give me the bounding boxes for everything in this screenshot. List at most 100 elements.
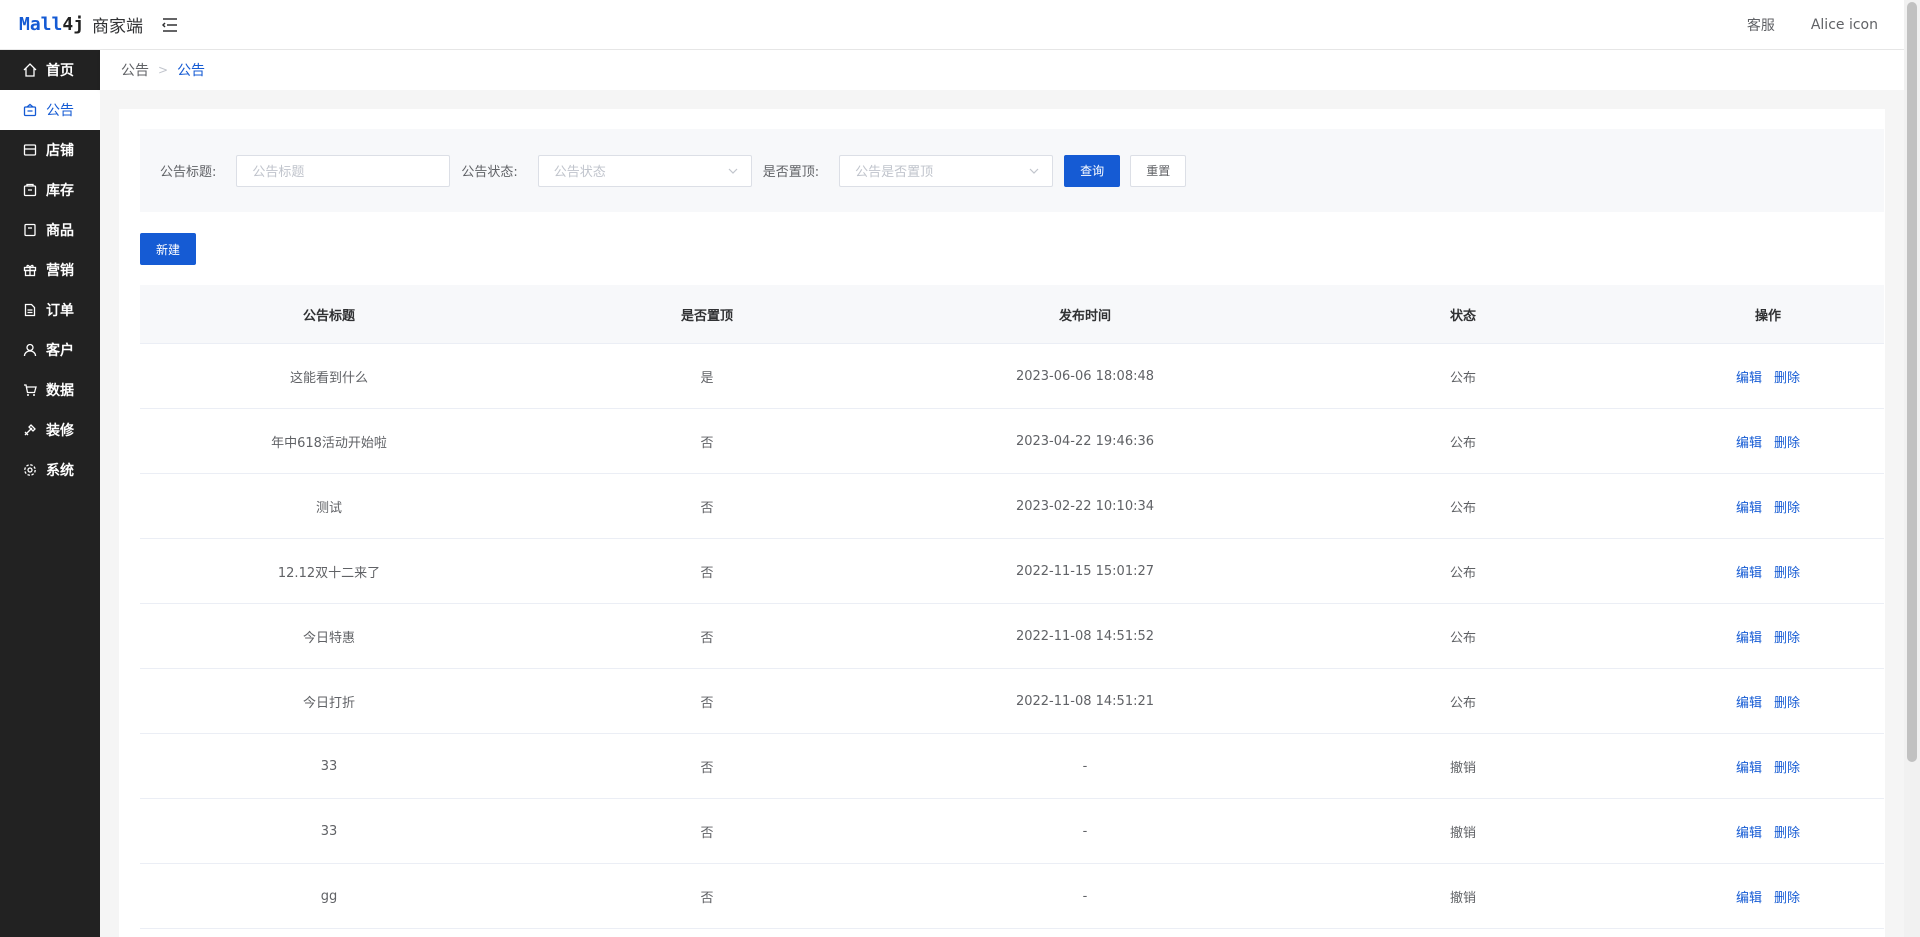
user-menu[interactable]: Alice icon — [1811, 17, 1878, 33]
delete-link[interactable]: 删除 — [1774, 432, 1800, 451]
delete-link[interactable]: 删除 — [1774, 692, 1800, 711]
sidebar-item-label: 公告 — [46, 103, 74, 119]
column-header-time: 发布时间 — [1058, 308, 1111, 324]
sidebar-item-shop[interactable]: 店铺 — [0, 130, 100, 170]
table-row: 33 否 - 撤销 编辑 删除 — [140, 799, 1884, 864]
product-icon — [22, 222, 38, 238]
cell-status: 撤销 — [1449, 825, 1476, 841]
breadcrumb-level2: 公告 — [177, 63, 206, 79]
collapse-menu-icon[interactable] — [160, 15, 180, 35]
sidebar-item-marketing[interactable]: 营销 — [0, 250, 100, 290]
edit-link[interactable]: 编辑 — [1736, 822, 1762, 841]
edit-link[interactable]: 编辑 — [1736, 562, 1762, 581]
sidebar-item-product[interactable]: 商品 — [0, 210, 100, 250]
sidebar-item-label: 店铺 — [46, 143, 74, 159]
cell-time: - — [1082, 888, 1088, 904]
column-header-actions: 操作 — [1754, 308, 1781, 324]
cell-actions: 编辑 删除 — [1652, 692, 1884, 711]
delete-link[interactable]: 删除 — [1774, 887, 1800, 906]
edit-link[interactable]: 编辑 — [1736, 432, 1762, 451]
logo-subtitle: 商家端 — [92, 17, 144, 37]
status-select-placeholder: 公告状态 — [553, 165, 606, 180]
cell-top: 否 — [700, 890, 714, 906]
title-search-input[interactable]: 公告标题 — [236, 154, 451, 187]
cell-time: - — [1082, 823, 1088, 839]
sidebar-item-system[interactable]: 系统 — [0, 450, 100, 490]
cell-status: 公布 — [1449, 435, 1476, 451]
table-row: 年中618活动开始啦 否 2023-04-22 19:46:36 公布 编辑 删除 — [140, 409, 1884, 474]
sidebar-item-customer[interactable]: 客户 — [0, 330, 100, 370]
edit-link[interactable]: 编辑 — [1736, 887, 1762, 906]
cell-actions: 编辑 删除 — [1652, 432, 1884, 451]
cell-top: 否 — [700, 565, 714, 581]
user-icon — [22, 342, 38, 358]
title-search-placeholder: 公告标题 — [252, 165, 305, 180]
sidebar-item-decorate[interactable]: 装修 — [0, 410, 100, 450]
delete-link[interactable]: 删除 — [1774, 367, 1800, 386]
order-icon — [22, 302, 38, 318]
top-header: Mall4j 商家端 客服 Alice icon — [0, 0, 1904, 50]
top-filter-label: 是否置顶: — [762, 165, 820, 180]
sidebar-item-data[interactable]: 数据 — [0, 370, 100, 410]
sidebar-item-notice[interactable]: 公告 — [0, 90, 100, 130]
cell-title: 这能看到什么 — [289, 370, 368, 386]
customer-service-link[interactable]: 客服 — [1747, 15, 1775, 35]
sidebar-item-inventory[interactable]: 库存 — [0, 170, 100, 210]
sidebar-item-label: 系统 — [46, 463, 74, 479]
top-select[interactable]: 公告是否置顶 — [839, 154, 1054, 187]
logo[interactable]: Mall4j 商家端 — [0, 12, 160, 37]
cell-top: 否 — [700, 435, 714, 451]
chevron-down-icon — [1029, 168, 1039, 174]
sidebar-item-home[interactable]: 首页 — [0, 50, 100, 90]
shop-icon — [22, 142, 38, 158]
table-row: 33 否 - 撤销 编辑 删除 — [140, 734, 1884, 799]
sidebar-item-label: 库存 — [46, 183, 74, 199]
cell-title: 年中618活动开始啦 — [271, 435, 387, 451]
sidebar-item-label: 首页 — [46, 63, 74, 79]
page-scrollbar-thumb[interactable] — [1907, 2, 1917, 762]
cell-actions: 编辑 删除 — [1652, 497, 1884, 516]
column-header-title: 公告标题 — [302, 308, 355, 324]
cell-top: 否 — [700, 630, 714, 646]
breadcrumb-level1[interactable]: 公告 — [121, 60, 149, 80]
edit-link[interactable]: 编辑 — [1736, 757, 1762, 776]
cell-title: 33 — [320, 823, 338, 839]
cell-top: 否 — [700, 695, 714, 711]
breadcrumb: 公告 > 公告 — [100, 50, 1904, 90]
sidebar-item-label: 商品 — [46, 223, 74, 239]
sidebar: 首页 公告 店铺 库存 商品 营销 订单 客户 数据 装修 系统 — [0, 50, 100, 937]
cell-status: 公布 — [1449, 500, 1476, 516]
search-form: 公告标题: 公告标题 公告状态: 公告状态 是否置顶: 公告是否置顶 查询 重置 — [140, 129, 1884, 212]
cell-status: 公布 — [1449, 565, 1476, 581]
reset-button[interactable]: 重置 — [1130, 154, 1187, 187]
top-select-placeholder: 公告是否置顶 — [855, 165, 934, 180]
delete-link[interactable]: 删除 — [1774, 497, 1800, 516]
table-row: 这能看到什么 是 2023-06-06 18:08:48 公布 编辑 删除 — [140, 344, 1884, 409]
gift-icon — [22, 262, 38, 278]
cell-time: 2022-11-08 14:51:52 — [1015, 628, 1155, 644]
decorate-icon — [22, 422, 38, 438]
new-notice-button[interactable]: 新建 — [140, 233, 196, 265]
cell-title: 今日打折 — [302, 695, 355, 711]
cell-actions: 编辑 删除 — [1652, 627, 1884, 646]
cell-top: 否 — [700, 500, 714, 516]
cell-title: 测试 — [315, 500, 342, 516]
column-header-top: 是否置顶 — [680, 308, 733, 324]
cell-title: gg — [320, 888, 338, 904]
edit-link[interactable]: 编辑 — [1736, 692, 1762, 711]
status-select[interactable]: 公告状态 — [537, 154, 752, 187]
edit-link[interactable]: 编辑 — [1736, 627, 1762, 646]
delete-link[interactable]: 删除 — [1774, 562, 1800, 581]
query-button[interactable]: 查询 — [1064, 154, 1121, 187]
delete-link[interactable]: 删除 — [1774, 627, 1800, 646]
cell-time: 2023-02-22 10:10:34 — [1015, 498, 1155, 514]
delete-link[interactable]: 删除 — [1774, 822, 1800, 841]
cell-top: 是 — [700, 370, 714, 386]
inventory-icon — [22, 182, 38, 198]
edit-link[interactable]: 编辑 — [1736, 367, 1762, 386]
edit-link[interactable]: 编辑 — [1736, 497, 1762, 516]
sidebar-item-order[interactable]: 订单 — [0, 290, 100, 330]
delete-link[interactable]: 删除 — [1774, 757, 1800, 776]
home-icon — [22, 62, 38, 78]
table-row: 12.12双十二来了 否 2022-11-15 15:01:27 公布 编辑 删除 — [140, 539, 1884, 604]
